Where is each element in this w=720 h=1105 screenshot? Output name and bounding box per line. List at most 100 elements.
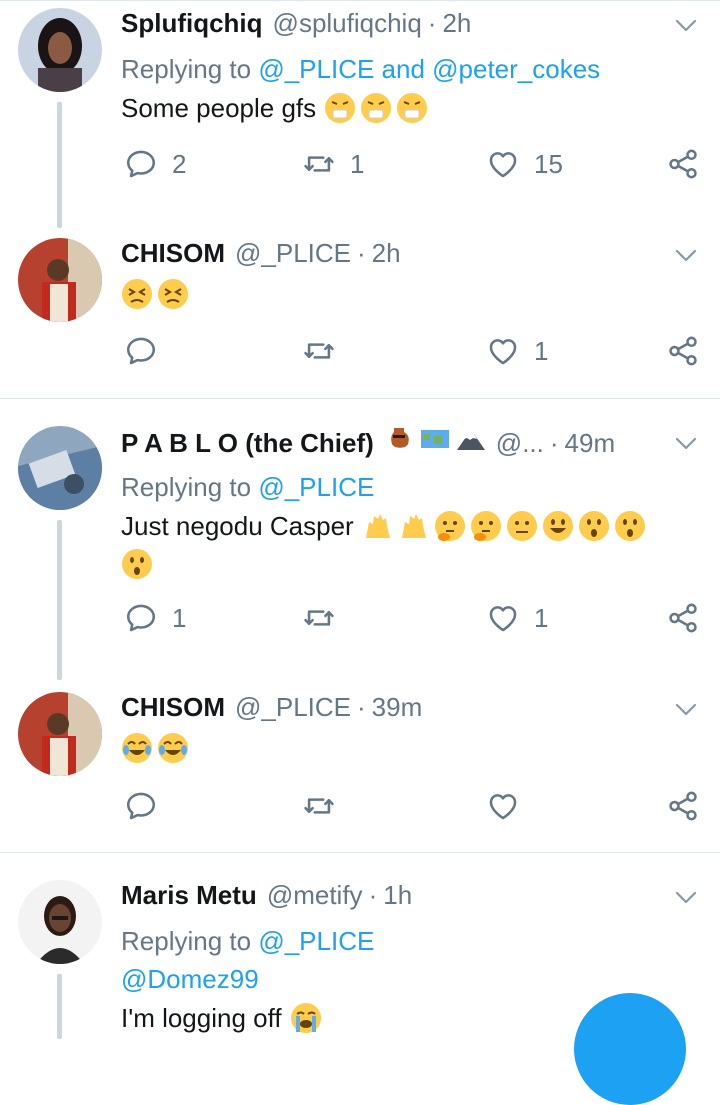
separator-dot: · (357, 692, 366, 722)
sneezing-face-emoji-icon (324, 92, 356, 124)
display-name[interactable]: Splufiqchiq (121, 8, 263, 39)
top-divider (0, 0, 720, 1)
reply-icon (124, 789, 158, 823)
tweet-text-content: Some people gfs (121, 92, 317, 123)
reply-icon (124, 147, 158, 181)
avatar[interactable] (18, 880, 102, 964)
world-map-emoji-icon (420, 430, 449, 448)
retweet-icon (302, 789, 336, 823)
heart-icon (486, 601, 520, 635)
tears-of-joy-emoji-icon (157, 732, 189, 764)
display-name[interactable]: CHISOM (121, 692, 225, 723)
persevering-face-emoji-icon (157, 278, 189, 310)
like-count: 15 (534, 148, 563, 179)
compose-tweet-button[interactable] (574, 993, 686, 1105)
reply-count: 2 (172, 148, 187, 179)
timestamp[interactable]: 49m (565, 428, 616, 459)
tweet-actions (0, 786, 720, 826)
thinking-face-emoji-icon (434, 510, 466, 541)
handle[interactable]: @splufiqchiq (273, 8, 422, 39)
avatar[interactable] (18, 426, 102, 510)
heart-icon (486, 147, 520, 181)
replying-to: Replying to @_PLICE (121, 926, 374, 957)
reply-button[interactable]: 1 (124, 598, 186, 638)
retweet-icon (302, 147, 336, 181)
like-button[interactable] (486, 786, 534, 826)
like-count: 1 (534, 602, 549, 633)
display-name[interactable]: Maris Metu (121, 880, 257, 911)
tweet-header: Maris Metu @metify · 1h (121, 880, 412, 916)
neutral-face-emoji-icon (506, 510, 538, 542)
handle[interactable]: @_PLICE (235, 692, 351, 723)
reply-count: 1 (172, 602, 187, 633)
separator-dot: · (549, 428, 559, 458)
timestamp[interactable]: 2h (442, 8, 471, 39)
retweet-button[interactable] (302, 786, 350, 826)
replying-prefix: Replying to (121, 472, 259, 502)
like-button[interactable]: 15 (486, 144, 563, 184)
raising-hands-emoji-icon (401, 514, 426, 538)
replying-prefix: Replying to (121, 926, 259, 956)
handle[interactable]: @_PLICE (235, 238, 351, 269)
replying-to-link[interactable]: @_PLICE (258, 472, 374, 502)
replying-to: Replying to @_PLICE and @peter_cokes (121, 54, 600, 85)
share-button[interactable] (666, 598, 700, 638)
retweet-button[interactable] (302, 331, 350, 371)
tweet-text: I'm logging off (121, 1002, 322, 1034)
chevron-down-icon[interactable] (674, 18, 698, 34)
avatar[interactable] (18, 8, 102, 92)
retweet-button[interactable] (302, 598, 350, 638)
sneezing-face-emoji-icon (396, 92, 428, 124)
share-button[interactable] (666, 786, 700, 826)
tweet-header: P A B L O (the Chief) @... · 49m (121, 426, 615, 462)
timestamp[interactable]: 39m (372, 692, 423, 723)
chevron-down-icon[interactable] (674, 436, 698, 452)
hushed-face-emoji-icon (614, 510, 646, 542)
tweet-emojis-overflow (121, 548, 153, 580)
chevron-down-icon[interactable] (674, 702, 698, 718)
separator-dot: · (357, 238, 366, 268)
timestamp[interactable]: 1h (383, 880, 412, 911)
name-emojis (378, 426, 486, 452)
like-button[interactable]: 1 (486, 331, 548, 371)
display-name[interactable]: P A B L O (the Chief) (121, 428, 374, 459)
timestamp[interactable]: 2h (372, 238, 401, 269)
replying-to-link[interactable]: @_PLICE (258, 926, 374, 956)
reply-icon (124, 334, 158, 368)
hushed-face-emoji-icon (121, 548, 153, 580)
avatar[interactable] (18, 238, 102, 322)
mention-line: @Domez99 (121, 964, 259, 995)
mention-link[interactable]: @Domez99 (121, 964, 259, 994)
avatar[interactable] (18, 692, 102, 776)
handle[interactable]: @... (496, 428, 544, 459)
share-button[interactable] (666, 144, 700, 184)
handle[interactable]: @metify (267, 880, 363, 911)
loudly-crying-face-emoji-icon (290, 1002, 322, 1034)
reply-icon (124, 601, 158, 635)
chevron-down-icon[interactable] (674, 248, 698, 264)
tweet-header: Splufiqchiq @splufiqchiq · 2h (121, 8, 471, 44)
tweet-text-content: I'm logging off (121, 1002, 282, 1033)
chevron-down-icon[interactable] (674, 890, 698, 906)
display-name[interactable]: CHISOM (121, 238, 225, 269)
retweet-count: 1 (350, 148, 365, 179)
share-icon (666, 147, 700, 181)
replying-to-link[interactable]: @_PLICE and @peter_cokes (258, 54, 600, 84)
share-icon (666, 334, 700, 368)
reply-button[interactable]: 2 (124, 144, 186, 184)
mount-fuji-emoji-icon (456, 434, 485, 450)
thinking-face-emoji-icon (470, 510, 502, 541)
like-button[interactable]: 1 (486, 598, 548, 638)
retweet-button[interactable]: 1 (302, 144, 364, 184)
grinning-face-emoji-icon (542, 510, 574, 542)
tweet-header: CHISOM @_PLICE · 39m (121, 692, 422, 728)
reply-button[interactable] (124, 786, 172, 826)
heart-icon (486, 334, 520, 368)
share-button[interactable] (666, 331, 700, 371)
reply-button[interactable] (124, 331, 172, 371)
replying-prefix: Replying to (121, 54, 259, 84)
tweet-divider (0, 852, 720, 853)
retweet-icon (302, 601, 336, 635)
retweet-icon (302, 334, 336, 368)
tweet-header: CHISOM @_PLICE · 2h (121, 238, 401, 274)
